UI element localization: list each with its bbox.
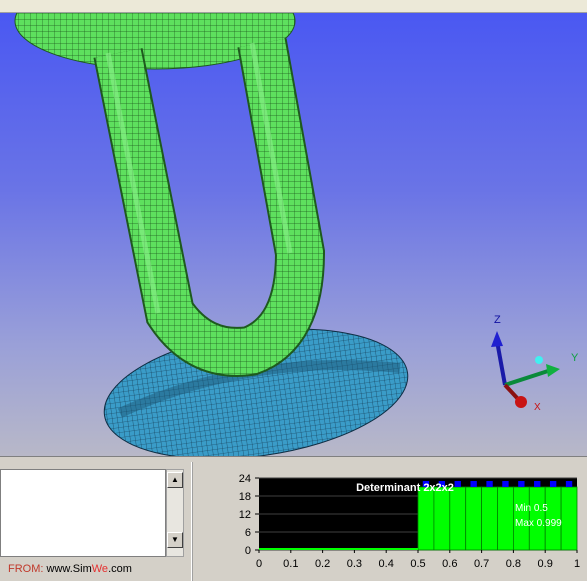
histogram-bar-cap — [549, 481, 557, 487]
histogram-bar-cap — [565, 481, 573, 487]
histogram-bar — [465, 486, 483, 551]
histogram-x-tick-label: 0 — [256, 558, 262, 570]
axis-triad — [491, 331, 560, 408]
watermark-site-suffix: .com — [108, 563, 132, 575]
message-log-text[interactable] — [0, 469, 166, 557]
histogram-y-tick-label: 0 — [245, 545, 251, 557]
histogram-x-tick-label: 0.4 — [379, 558, 394, 570]
watermark: FROM: www.SimWe.com — [8, 563, 132, 575]
histogram-x-tick-label: 0.6 — [442, 558, 457, 570]
histogram-x-tick-label: 0.9 — [538, 558, 553, 570]
histogram-max-label: Max 0.999 — [515, 518, 562, 529]
app-window: Z Y X ▲ ▼ FROM: www.SimWe.com 24 18 12 6 0 0… — [0, 0, 587, 581]
axis-y-label: Y — [571, 352, 579, 364]
histogram-x-tick-label: 0.7 — [474, 558, 489, 570]
watermark-site-prefix: www.Sim — [46, 563, 92, 575]
message-log-scrollbar[interactable]: ▲ ▼ — [166, 469, 184, 557]
histogram-min-label: Min 0.5 — [515, 503, 548, 514]
watermark-from: FROM: — [8, 563, 44, 575]
panel-divider[interactable] — [191, 462, 193, 581]
histogram-bar-cap — [518, 481, 525, 487]
histogram-bar — [481, 486, 498, 551]
mesh-scene: Z Y X — [14, 13, 579, 456]
histogram-bar — [417, 486, 435, 551]
histogram-bar — [449, 486, 467, 551]
scroll-down-button[interactable]: ▼ — [167, 532, 183, 548]
histogram-y-tick-label: 18 — [239, 491, 251, 503]
histogram-bar-cap — [534, 481, 541, 487]
scroll-up-button[interactable]: ▲ — [167, 472, 183, 488]
histogram-y-tick-label: 12 — [239, 509, 251, 521]
histogram-x-tick-label: 1 — [574, 558, 580, 570]
histogram-y-tick-label: 6 — [245, 527, 251, 539]
histogram-bar-cap — [502, 481, 509, 487]
axis-x-label: X — [534, 402, 541, 413]
histogram-x-tick-label: 0.1 — [283, 558, 298, 570]
axis-z-label: Z — [494, 314, 501, 326]
histogram-bar — [560, 486, 578, 551]
histogram-title: Determinant 2x2x2 — [356, 482, 454, 494]
histogram-x-tick-label: 0.2 — [315, 558, 330, 570]
histogram-x-tick-label: 0.8 — [506, 558, 521, 570]
histogram-y-tick-label: 24 — [239, 473, 251, 485]
quality-histogram-panel: 24 18 12 6 0 0 0.1 0.2 0.3 0.4 0.5 0.6 0.7 0.8 0.9 1 D… — [195, 462, 587, 581]
histogram-x-tick-label: 0.5 — [410, 558, 425, 570]
histogram-bar-cap — [470, 481, 477, 487]
histogram-bar — [497, 486, 514, 551]
histogram-chart: 24 18 12 6 0 0 0.1 0.2 0.3 0.4 0.5 0.6 0.7 0.8 0.9 1 D… — [239, 473, 580, 570]
histogram-bar-cap — [486, 481, 493, 487]
histogram-bar — [433, 486, 451, 551]
watermark-site-accent: We — [91, 563, 109, 575]
3d-viewport[interactable]: Z Y X — [0, 13, 587, 456]
histogram-bar-cap — [454, 481, 461, 487]
title-strip — [0, 0, 587, 13]
histogram-x-tick-label: 0.3 — [347, 558, 362, 570]
